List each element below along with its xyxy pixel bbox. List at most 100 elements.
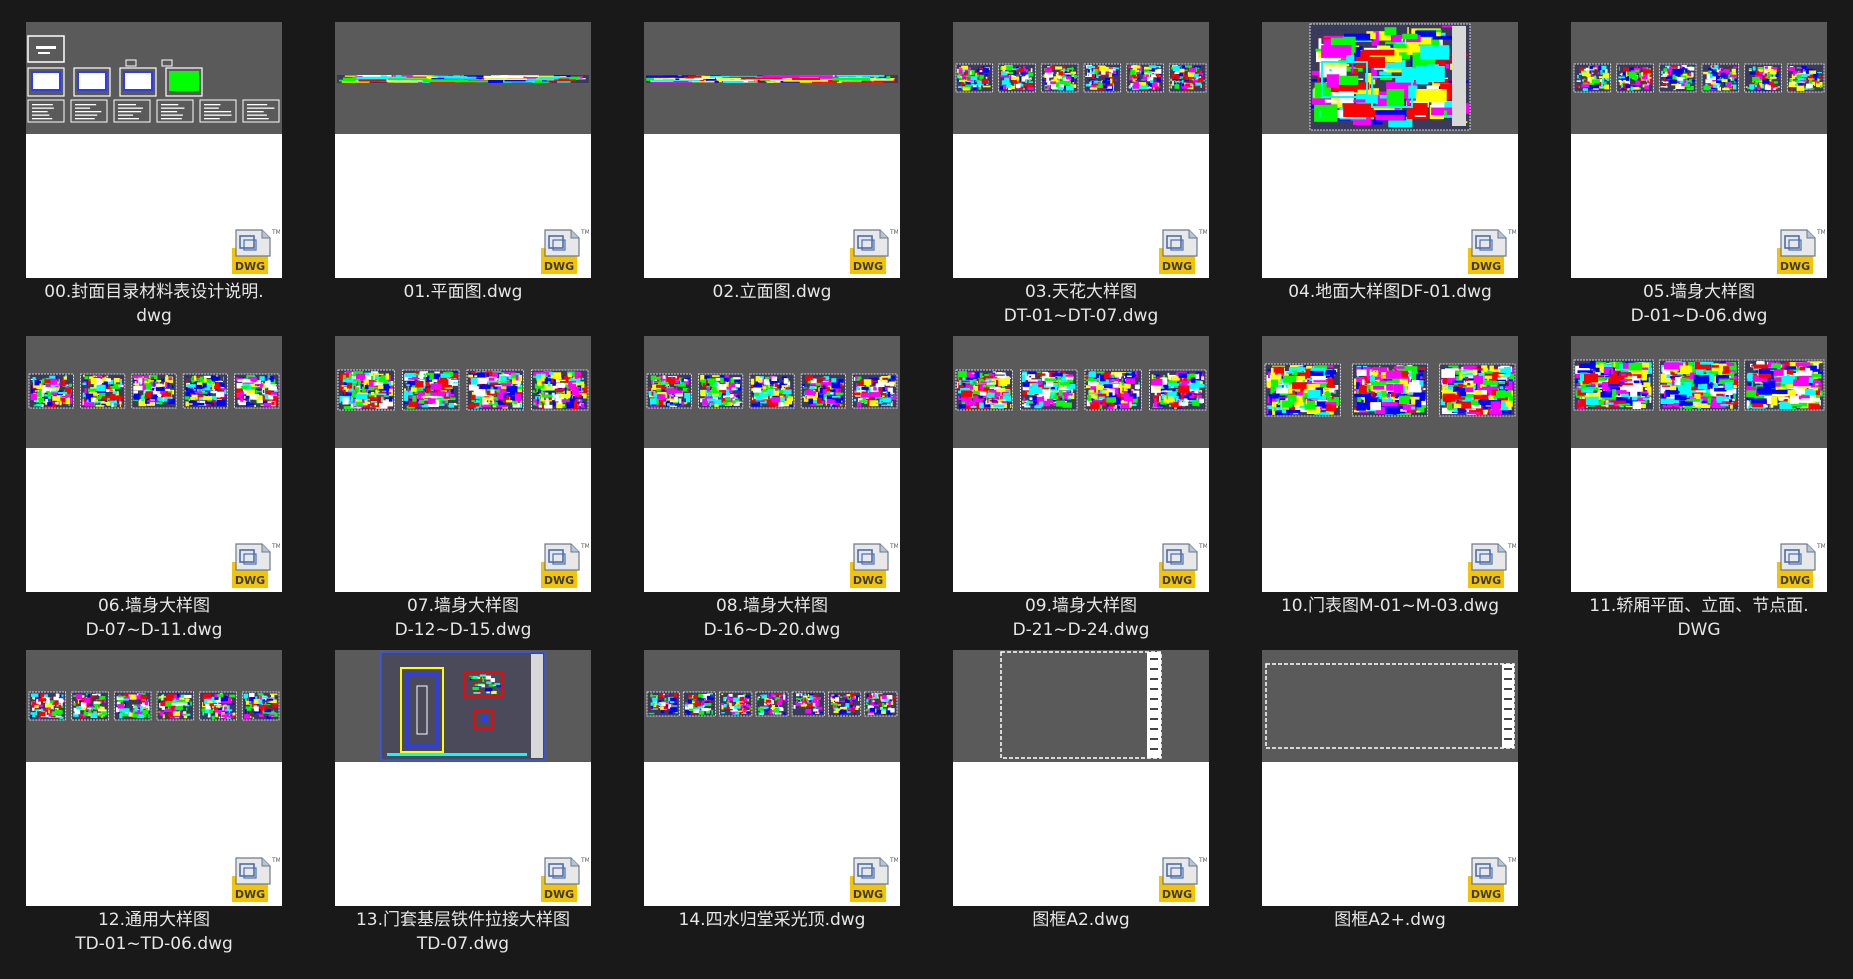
file-thumbnail[interactable]: DWG TM [644, 650, 900, 906]
file-thumbnail[interactable]: DWG TM [26, 22, 282, 278]
file-name-label: 07.墙身大样图 D-12~D-15.dwg [394, 596, 532, 640]
file-name-label: 01.平面图.dwg [403, 282, 523, 302]
dwg-badge-label: DWG [235, 574, 265, 587]
cad-drawing-preview [644, 22, 900, 134]
trademark-label: TM [1507, 229, 1516, 236]
file-item[interactable]: DWG TM 07.墙身大样图 D-12~D-15.dwg [335, 336, 591, 642]
dwg-file-icon: DWG TM [1464, 540, 1516, 590]
dwg-badge-label: DWG [235, 260, 265, 273]
cad-drawing-preview [335, 22, 591, 134]
file-thumbnail[interactable]: DWG TM [335, 336, 591, 592]
file-thumbnail[interactable]: DWG TM [335, 22, 591, 278]
file-item[interactable]: DWG TM 03.天花大样图 DT-01~DT-07.dwg [953, 22, 1209, 328]
file-thumbnail[interactable]: DWG TM [953, 650, 1209, 906]
cad-drawing-preview [1571, 336, 1827, 448]
file-thumbnail[interactable]: DWG TM [1262, 22, 1518, 278]
file-item[interactable]: DWG TM 09.墙身大样图 D-21~D-24.dwg [953, 336, 1209, 642]
dwg-badge-label: DWG [235, 888, 265, 901]
file-thumbnail[interactable]: DWG TM [953, 22, 1209, 278]
trademark-label: TM [1198, 229, 1207, 236]
trademark-label: TM [889, 229, 898, 236]
dwg-badge-label: DWG [1471, 888, 1501, 901]
dwg-file-icon: DWG TM [1155, 540, 1207, 590]
dwg-badge-label: DWG [1471, 574, 1501, 587]
file-name-label: 02.立面图.dwg [712, 282, 832, 302]
file-thumbnail[interactable]: DWG TM [1571, 336, 1827, 592]
dwg-badge-label: DWG [853, 888, 883, 901]
file-name-label: 06.墙身大样图 D-07~D-11.dwg [85, 596, 223, 640]
cad-drawing-preview [1262, 22, 1518, 134]
dwg-file-icon: DWG TM [846, 854, 898, 904]
dwg-badge-label: DWG [853, 260, 883, 273]
dwg-file-icon: DWG TM [1464, 854, 1516, 904]
trademark-label: TM [580, 229, 589, 236]
file-item[interactable]: DWG TM 14.四水归堂采光顶.dwg [644, 650, 900, 932]
dwg-badge-label: DWG [1162, 260, 1192, 273]
dwg-file-icon: DWG TM [846, 226, 898, 276]
file-item[interactable]: DWG TM 01.平面图.dwg [335, 22, 591, 304]
file-name-label: 00.封面目录材料表设计说明. dwg [44, 282, 264, 326]
trademark-label: TM [889, 857, 898, 864]
cad-drawing-preview [953, 650, 1209, 762]
dwg-file-icon: DWG TM [537, 226, 589, 276]
trademark-label: TM [889, 543, 898, 550]
file-item[interactable]: DWG TM 11.轿厢平面、立面、节点面. DWG [1571, 336, 1827, 642]
file-thumbnail[interactable]: DWG TM [26, 336, 282, 592]
file-thumbnail[interactable]: DWG TM [1262, 650, 1518, 906]
file-item[interactable]: DWG TM 图框A2.dwg [953, 650, 1209, 932]
file-name-label: 图框A2+.dwg [1334, 910, 1446, 930]
file-item[interactable]: DWG TM 06.墙身大样图 D-07~D-11.dwg [26, 336, 282, 642]
dwg-badge-label: DWG [544, 888, 574, 901]
dwg-badge-label: DWG [1162, 574, 1192, 587]
dwg-badge-label: DWG [1162, 888, 1192, 901]
file-thumbnail[interactable]: DWG TM [1571, 22, 1827, 278]
file-thumbnail[interactable]: DWG TM [953, 336, 1209, 592]
file-item[interactable]: DWG TM 13.门套基层铁件拉接大样图 TD-07.dwg [335, 650, 591, 956]
file-thumbnail[interactable]: DWG TM [1262, 336, 1518, 592]
file-thumbnail[interactable]: DWG TM [644, 22, 900, 278]
file-item[interactable]: DWG TM 10.门表图M-01~M-03.dwg [1262, 336, 1518, 618]
file-name-label: 03.天花大样图 DT-01~DT-07.dwg [1003, 282, 1159, 326]
file-item[interactable]: DWG TM 图框A2+.dwg [1262, 650, 1518, 932]
dwg-file-icon: DWG TM [846, 540, 898, 590]
file-thumbnail-grid: DWG TM 00.封面目录材料表设计说明. dwg DWG TM 01.平面图.dwg D… [0, 0, 1853, 979]
dwg-file-icon: DWG TM [537, 854, 589, 904]
file-name-label: 14.四水归堂采光顶.dwg [678, 910, 866, 930]
cad-drawing-preview [644, 336, 900, 448]
trademark-label: TM [1816, 543, 1825, 550]
dwg-badge-label: DWG [1471, 260, 1501, 273]
cad-drawing-preview [335, 650, 591, 762]
dwg-file-icon: DWG TM [1464, 226, 1516, 276]
cad-drawing-preview [26, 22, 282, 134]
cad-drawing-preview [1262, 336, 1518, 448]
dwg-file-icon: DWG TM [228, 540, 280, 590]
dwg-badge-label: DWG [1780, 574, 1810, 587]
trademark-label: TM [580, 857, 589, 864]
dwg-badge-label: DWG [544, 260, 574, 273]
dwg-file-icon: DWG TM [228, 226, 280, 276]
cad-drawing-preview [953, 22, 1209, 134]
dwg-file-icon: DWG TM [537, 540, 589, 590]
dwg-file-icon: DWG TM [228, 854, 280, 904]
file-item[interactable]: DWG TM 00.封面目录材料表设计说明. dwg [26, 22, 282, 328]
file-name-label: 13.门套基层铁件拉接大样图 TD-07.dwg [355, 910, 571, 954]
cad-drawing-preview [26, 336, 282, 448]
file-name-label: 09.墙身大样图 D-21~D-24.dwg [1012, 596, 1150, 640]
dwg-badge-label: DWG [1780, 260, 1810, 273]
file-item[interactable]: DWG TM 04.地面大样图DF-01.dwg [1262, 22, 1518, 304]
file-name-label: 04.地面大样图DF-01.dwg [1288, 282, 1492, 302]
file-item[interactable]: DWG TM 08.墙身大样图 D-16~D-20.dwg [644, 336, 900, 642]
trademark-label: TM [271, 229, 280, 236]
dwg-file-icon: DWG TM [1155, 226, 1207, 276]
file-thumbnail[interactable]: DWG TM [26, 650, 282, 906]
trademark-label: TM [1507, 543, 1516, 550]
file-name-label: 图框A2.dwg [1032, 910, 1130, 930]
file-item[interactable]: DWG TM 02.立面图.dwg [644, 22, 900, 304]
file-item[interactable]: DWG TM 12.通用大样图 TD-01~TD-06.dwg [26, 650, 282, 956]
trademark-label: TM [1198, 857, 1207, 864]
file-thumbnail[interactable]: DWG TM [644, 336, 900, 592]
file-item[interactable]: DWG TM 05.墙身大样图 D-01~D-06.dwg [1571, 22, 1827, 328]
dwg-file-icon: DWG TM [1155, 854, 1207, 904]
trademark-label: TM [271, 543, 280, 550]
file-thumbnail[interactable]: DWG TM [335, 650, 591, 906]
